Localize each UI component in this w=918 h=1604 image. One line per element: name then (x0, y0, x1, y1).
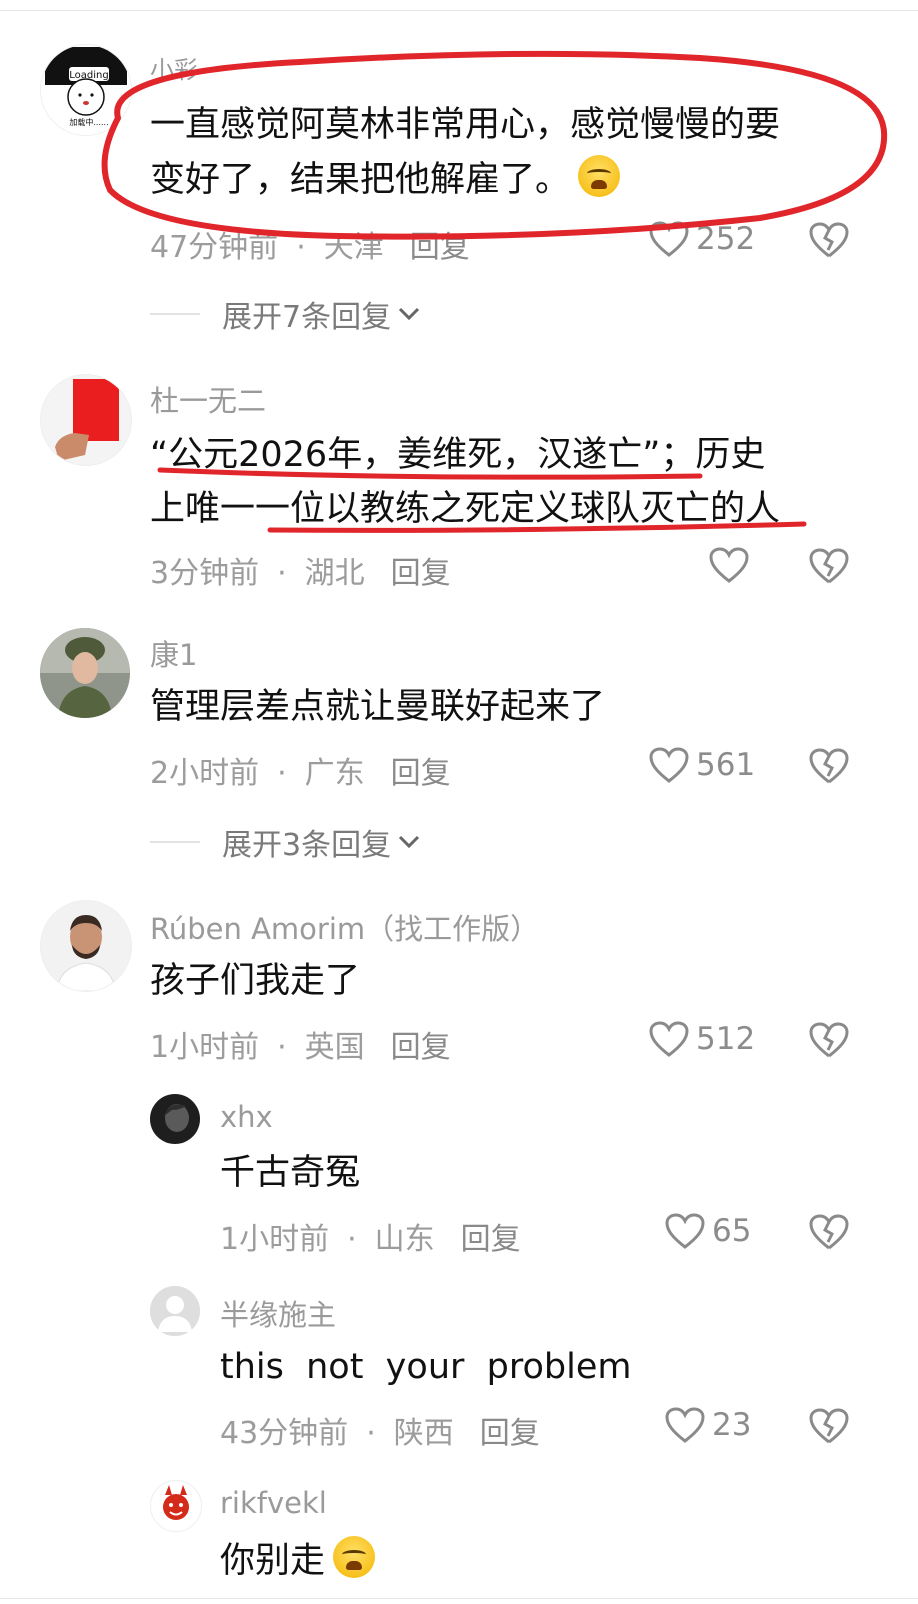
like-count: 252 (696, 221, 756, 257)
like-count: 65 (712, 1213, 752, 1249)
broken-heart-icon[interactable] (808, 220, 850, 260)
separator-dot: · (347, 1222, 357, 1257)
chevron-down-icon (399, 307, 420, 321)
separator-dot: · (366, 1416, 376, 1451)
location: 陕西 (393, 1416, 454, 1451)
broken-heart-icon[interactable] (808, 746, 850, 786)
comment-meta: 47分钟前 · 天津 回复 (150, 222, 470, 266)
comment-meta: 1小时前 · 山东 回复 (220, 1214, 521, 1258)
separator-dot: · (277, 556, 287, 591)
timestamp: 47分钟前 (150, 230, 279, 265)
separator-dot: · (277, 1030, 287, 1065)
reply-button[interactable]: 回复 (480, 1416, 540, 1451)
bottom-edge (0, 1598, 918, 1599)
expand-label: 展开7条回复 (222, 300, 392, 335)
username[interactable]: Rúben Amorim（找工作版） (150, 906, 539, 948)
crying-face-emoji-icon (578, 155, 621, 197)
heart-icon (665, 1407, 705, 1443)
comment-text: this not your problem (220, 1347, 632, 1387)
timestamp: 3分钟前 (150, 556, 260, 591)
reply-button[interactable]: 回复 (391, 1030, 451, 1065)
username[interactable]: 康1 (150, 632, 197, 674)
timestamp: 2小时前 (150, 756, 260, 791)
like-button[interactable]: 65 (664, 1212, 751, 1250)
comment-text: 千古奇冤 (220, 1153, 361, 1193)
avatar[interactable] (150, 1286, 200, 1336)
reply-button[interactable]: 回复 (410, 230, 470, 265)
divider-line (150, 313, 200, 315)
location: 英国 (304, 1030, 365, 1065)
comment-meta: 2小时前 · 广东 回复 (150, 748, 451, 792)
dark-photo-avatar-icon (150, 1094, 200, 1144)
location: 广东 (304, 756, 365, 791)
heart-icon (649, 221, 689, 257)
timestamp: 1小时前 (220, 1222, 330, 1257)
username[interactable]: 半缘施主 (220, 1292, 336, 1334)
avatar[interactable] (150, 1480, 202, 1532)
username[interactable]: 小彩 (150, 50, 198, 85)
top-divider (0, 10, 918, 11)
separator-dot: · (296, 230, 306, 265)
heart-icon (709, 547, 749, 583)
comment-meta: 1小时前 · 英国 回复 (150, 1022, 451, 1066)
crying-face-emoji-icon (333, 1536, 376, 1578)
avatar[interactable] (40, 900, 132, 992)
like-count: 512 (696, 1021, 756, 1057)
soldier-photo-avatar-icon (40, 628, 130, 718)
comment-text-line-1: “公元2026年，姜维死，汉遂亡”；历史 (150, 435, 766, 475)
comment-text: 管理层差点就让曼联好起来了 (150, 687, 606, 727)
avatar[interactable]: Loading 加载中...... (40, 44, 132, 136)
heart-icon (665, 1213, 705, 1249)
red-devil-avatar-icon (151, 1481, 201, 1531)
avatar-caption: 加载中...... (69, 117, 108, 127)
heart-icon (649, 747, 689, 783)
broken-heart-icon[interactable] (808, 1020, 850, 1060)
ruben-amorim-photo-avatar-icon (41, 901, 131, 991)
timestamp: 43分钟前 (220, 1416, 349, 1451)
like-count: 561 (696, 747, 756, 783)
comment-meta: 43分钟前 · 陕西 回复 (220, 1408, 540, 1452)
avatar[interactable] (40, 628, 130, 718)
like-button[interactable] (708, 546, 756, 584)
comment-text: 孩子们我走了 (150, 961, 361, 1001)
timestamp: 1小时前 (150, 1030, 260, 1065)
expand-replies-button[interactable]: 展开3条回复 (150, 820, 421, 864)
avatar[interactable] (40, 374, 132, 466)
loading-cartoon-avatar-icon: Loading 加载中...... (41, 45, 131, 135)
comment-text: 变好了，结果把他解雇了。 (150, 160, 571, 200)
comment-text-line: 你别走 (220, 1534, 376, 1589)
username[interactable]: 杜一无二 (150, 378, 266, 420)
comment-text-line-1: 一直感觉阿莫林非常用心，感觉慢慢的要 (150, 105, 781, 145)
expand-replies-button[interactable]: 展开7条回复 (150, 292, 421, 336)
like-button[interactable]: 252 (648, 220, 755, 258)
like-button[interactable]: 561 (648, 746, 755, 784)
broken-heart-icon[interactable] (808, 1212, 850, 1252)
heart-icon (649, 1021, 689, 1057)
username[interactable]: xhx (220, 1100, 273, 1134)
like-count: 23 (712, 1407, 752, 1443)
location: 山东 (374, 1222, 435, 1257)
location: 天津 (323, 230, 384, 265)
reply-button[interactable]: 回复 (391, 756, 451, 791)
like-button[interactable]: 512 (648, 1020, 755, 1058)
broken-heart-icon[interactable] (808, 546, 850, 586)
chevron-down-icon (399, 835, 420, 849)
comment-text-line-2: 变好了，结果把他解雇了。 (150, 153, 621, 208)
comment-text-line-2: 上唯一一位以教练之死定义球队灭亡的人 (150, 489, 781, 529)
red-card-avatar-icon (41, 375, 131, 465)
reply-button[interactable]: 回复 (391, 556, 451, 591)
reply-button[interactable]: 回复 (461, 1222, 521, 1257)
comment-meta: 3分钟前 · 湖北 回复 (150, 548, 451, 592)
like-button[interactable]: 23 (664, 1406, 751, 1444)
comment-text: 你别走 (220, 1541, 326, 1581)
username[interactable]: rikfvekl (220, 1486, 327, 1520)
avatar[interactable] (150, 1094, 200, 1144)
separator-dot: · (277, 756, 287, 791)
expand-label: 展开3条回复 (222, 828, 392, 863)
broken-heart-icon[interactable] (808, 1406, 850, 1446)
divider-line (150, 841, 200, 843)
default-user-avatar-icon (150, 1286, 200, 1336)
location: 湖北 (304, 556, 365, 591)
